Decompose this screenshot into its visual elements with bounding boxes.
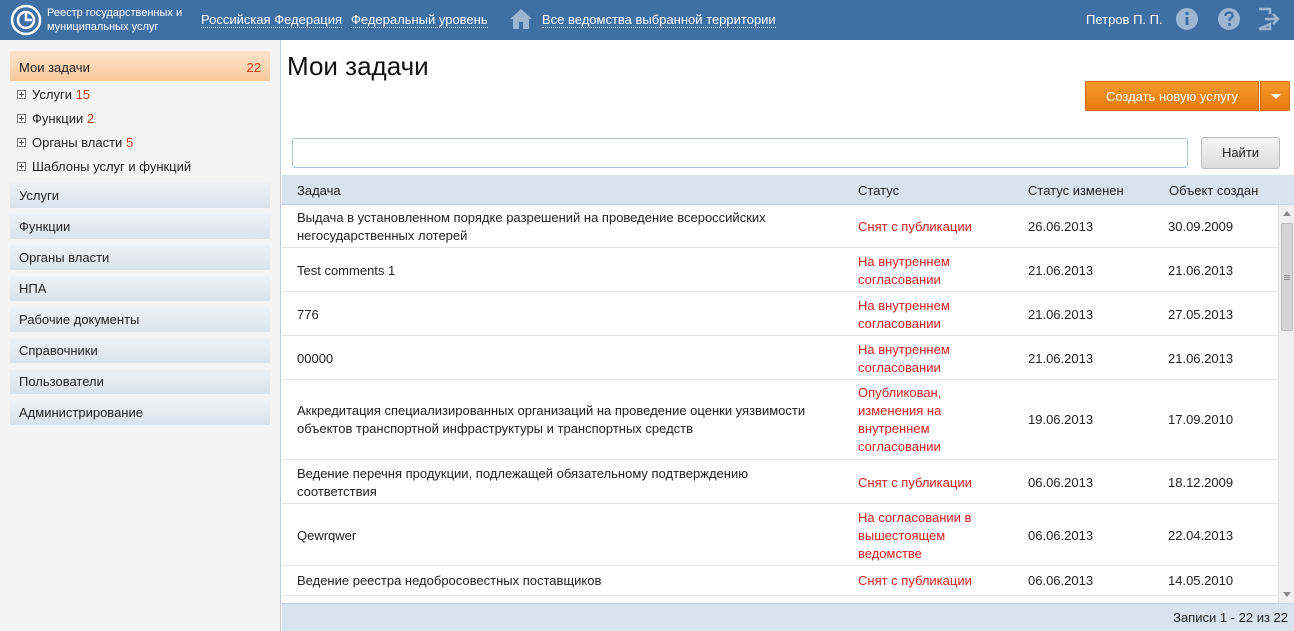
scroll-up-icon[interactable]: [1283, 211, 1291, 216]
created-cell: 14.05.2010: [1168, 573, 1234, 588]
status-changed-cell: 06.06.2013: [1028, 573, 1094, 588]
records-count: Записи 1 - 22 из 22: [1173, 610, 1288, 625]
subitem-services[interactable]: Услуги 15: [17, 87, 90, 102]
created-cell: 17.09.2010: [1168, 412, 1234, 427]
expand-icon[interactable]: [17, 90, 26, 99]
expand-icon[interactable]: [17, 162, 26, 171]
logout-icon[interactable]: [1256, 7, 1280, 31]
table-footer: Записи 1 - 22 из 22: [282, 603, 1294, 631]
status-changed-cell: 19.06.2013: [1028, 412, 1094, 427]
column-header-status-changed[interactable]: Статус изменен: [1028, 183, 1124, 198]
subitem-templates[interactable]: Шаблоны услуг и функций: [17, 159, 191, 174]
table-row[interactable]: Аккредитация специализированных организа…: [282, 380, 1278, 460]
column-header-created[interactable]: Объект создан: [1169, 183, 1258, 198]
status-cell: На внутреннем согласовании: [858, 342, 950, 375]
subitem-label: Функции: [32, 111, 84, 126]
created-cell: 18.12.2009: [1168, 475, 1234, 490]
help-icon[interactable]: [1217, 7, 1241, 31]
table-row[interactable]: 776 На внутреннем согласовании 21.06.201…: [282, 292, 1278, 336]
grip-icon: [1284, 275, 1290, 276]
table-row[interactable]: Выдача в установленном порядке разрешени…: [282, 205, 1278, 248]
scroll-down-icon[interactable]: [1283, 592, 1291, 597]
status-cell: Снят с публикации: [858, 475, 972, 490]
info-icon[interactable]: [1175, 7, 1199, 31]
create-service-button[interactable]: Создать новую услугу: [1085, 81, 1259, 111]
created-cell: 21.06.2013: [1168, 351, 1234, 366]
status-cell: На согласовании в вышестоящем ведомстве: [858, 510, 972, 561]
task-cell[interactable]: 00000: [297, 350, 837, 368]
page-title: Мои задачи: [287, 51, 429, 81]
expand-icon[interactable]: [17, 114, 26, 123]
home-icon[interactable]: [508, 6, 534, 32]
status-changed-cell: 21.06.2013: [1028, 263, 1094, 278]
create-dropdown-button[interactable]: [1260, 81, 1290, 111]
task-cell[interactable]: Выдача в установленном порядке разрешени…: [297, 209, 837, 245]
search-input[interactable]: [292, 138, 1188, 168]
find-button[interactable]: Найти: [1201, 137, 1280, 169]
status-changed-cell: 26.06.2013: [1028, 219, 1094, 234]
top-bar: Реестр государственных и муниципальных у…: [0, 0, 1294, 40]
status-cell: На внутреннем согласовании: [858, 254, 950, 287]
column-header-task[interactable]: Задача: [297, 183, 341, 198]
level-link[interactable]: Федеральный уровень: [351, 12, 488, 28]
created-cell: 21.06.2013: [1168, 263, 1234, 278]
table-row[interactable]: Ведение реестра недобросовестных поставщ…: [282, 566, 1278, 596]
brand-line-2: муниципальных услуг: [47, 21, 159, 33]
subitem-count: 2: [86, 111, 95, 126]
task-cell[interactable]: Ведение перечня продукции, подлежащей об…: [297, 465, 777, 501]
subitem-authorities[interactable]: Органы власти 5: [17, 135, 133, 150]
status-cell: Опубликован, изменения на внутреннем сог…: [858, 385, 942, 454]
my-tasks-label: Мои задачи: [19, 60, 90, 75]
subitem-functions[interactable]: Функции 2: [17, 111, 94, 126]
sidebar-section-services[interactable]: Услуги: [10, 183, 270, 208]
status-changed-cell: 21.06.2013: [1028, 307, 1094, 322]
status-changed-cell: 06.06.2013: [1028, 475, 1094, 490]
sidebar-section-references[interactable]: Справочники: [10, 338, 270, 363]
sidebar-section-users[interactable]: Пользователи: [10, 369, 270, 394]
task-cell[interactable]: Ведение реестра недобросовестных поставщ…: [297, 572, 837, 590]
subitem-label: Шаблоны услуг и функций: [32, 159, 192, 174]
brand-title[interactable]: Реестр государственных и муниципальных у…: [47, 6, 197, 34]
column-header-status[interactable]: Статус: [858, 183, 899, 198]
created-cell: 27.05.2013: [1168, 307, 1234, 322]
tasks-table: Выдача в установленном порядке разрешени…: [282, 205, 1278, 603]
table-row[interactable]: Ведение перечня продукции, подлежащей об…: [282, 460, 1278, 504]
expand-icon[interactable]: [17, 138, 26, 147]
task-cell[interactable]: Test comments 1: [297, 262, 837, 280]
status-cell: На внутреннем согласовании: [858, 298, 950, 331]
subitem-count: 15: [75, 87, 91, 102]
scroll-thumb[interactable]: [1281, 223, 1293, 331]
sidebar-section-npa[interactable]: НПА: [10, 276, 270, 301]
subitem-label: Услуги: [32, 87, 72, 102]
sidebar-section-admin[interactable]: Администрирование: [10, 400, 270, 425]
created-cell: 30.09.2009: [1168, 219, 1234, 234]
sidebar-section-functions[interactable]: Функции: [10, 214, 270, 239]
my-tasks-count: 22: [246, 60, 261, 75]
table-header: Задача Статус Статус изменен Объект созд…: [282, 175, 1294, 205]
sidebar-item-my-tasks[interactable]: Мои задачи 22: [10, 51, 270, 81]
table-row[interactable]: Test comments 1 На внутреннем согласован…: [282, 248, 1278, 292]
brand-line-1: Реестр государственных и: [47, 7, 183, 19]
sidebar-section-work-docs[interactable]: Рабочие документы: [10, 307, 270, 332]
departments-link[interactable]: Все ведомства выбранной территории: [542, 12, 776, 28]
task-cell[interactable]: Аккредитация специализированных организа…: [297, 402, 837, 438]
region-link[interactable]: Российская Федерация: [201, 12, 343, 28]
status-cell: Снят с публикации: [858, 219, 972, 234]
task-cell[interactable]: 776: [297, 306, 837, 324]
created-cell: 22.04.2013: [1168, 528, 1234, 543]
subitem-count: 5: [125, 135, 134, 150]
task-cell[interactable]: Qewrqwer: [297, 527, 837, 545]
status-cell: Снят с публикации: [858, 573, 972, 588]
table-row[interactable]: 00000 На внутреннем согласовании 21.06.2…: [282, 336, 1278, 380]
logo-icon[interactable]: [10, 4, 42, 36]
status-changed-cell: 06.06.2013: [1028, 528, 1094, 543]
sidebar-section-authorities[interactable]: Органы власти: [10, 245, 270, 270]
sidebar: Мои задачи 22 Услуги 15 Функции 2 Органы…: [0, 40, 281, 631]
table-scrollbar[interactable]: [1278, 205, 1294, 603]
table-row[interactable]: Qewrqwer На согласовании в вышестоящем в…: [282, 504, 1278, 566]
subitem-label: Органы власти: [32, 135, 123, 150]
user-name[interactable]: Петров П. П.: [1086, 12, 1163, 27]
status-changed-cell: 21.06.2013: [1028, 351, 1094, 366]
